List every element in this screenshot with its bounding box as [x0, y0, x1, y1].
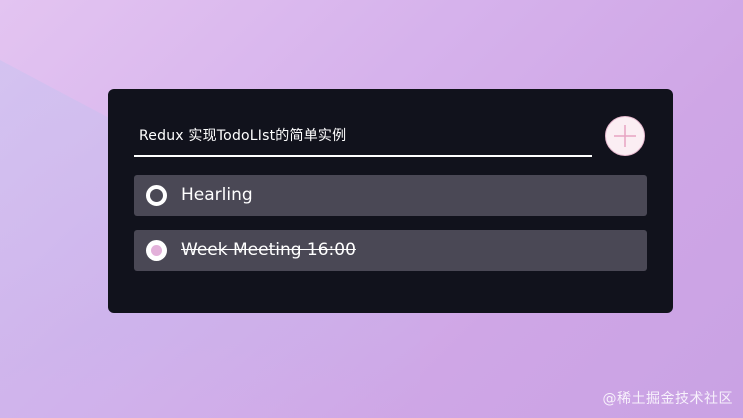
todo-toggle-icon[interactable] — [146, 185, 167, 206]
todo-item[interactable]: Hearling — [134, 175, 647, 216]
todo-item-text: Hearling — [181, 185, 253, 205]
plus-icon — [614, 125, 636, 147]
todo-card: Redux 实现TodoLIst的简单实例 Hearling Week Meet… — [108, 89, 673, 313]
add-todo-button[interactable] — [605, 116, 645, 156]
todo-toggle-checked-icon[interactable] — [146, 240, 167, 261]
todo-item[interactable]: Week Meeting 16:00 — [134, 230, 647, 271]
page-title: Redux 实现TodoLIst的简单实例 — [139, 128, 347, 144]
todo-header: Redux 实现TodoLIst的简单实例 — [134, 119, 592, 157]
todo-item-text: Week Meeting 16:00 — [181, 240, 356, 260]
watermark: @稀土掘金技术社区 — [602, 391, 733, 407]
